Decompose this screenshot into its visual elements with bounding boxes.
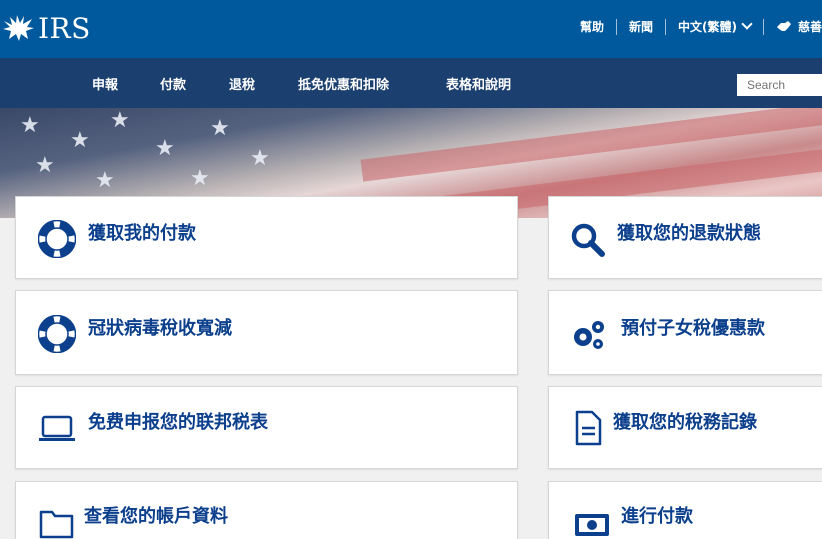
flag-star: ★ <box>20 113 40 138</box>
card-label: 獲取您的退款狀態 <box>617 223 761 244</box>
money-icon <box>575 514 609 536</box>
nav-item-pay[interactable]: 付款 <box>160 74 186 93</box>
search-icon <box>571 223 605 257</box>
flag-star: ★ <box>190 166 210 191</box>
eagle-icon <box>3 15 34 41</box>
card-free-file[interactable]: 免费申报您的联邦税表 <box>15 386 518 469</box>
lifebuoy-icon <box>38 220 76 258</box>
flag-star: ★ <box>35 153 55 178</box>
news-link[interactable]: 新聞 <box>617 18 665 35</box>
document-icon <box>575 410 602 446</box>
language-selector[interactable]: 中文(繁體) <box>666 18 763 35</box>
nav-item-forms-instructions[interactable]: 表格和說明 <box>446 74 511 93</box>
laptop-icon <box>39 415 75 441</box>
flag-star: ★ <box>210 116 230 141</box>
card-label: 進行付款 <box>621 506 693 527</box>
card-label: 冠狀病毒稅收寬減 <box>88 318 232 339</box>
flag-star: ★ <box>250 146 270 171</box>
nav-item-credits-deductions[interactable]: 抵免优惠和扣除 <box>298 74 389 93</box>
charity-link[interactable]: 慈善 <box>764 18 822 35</box>
folder-icon <box>39 510 74 539</box>
language-label: 中文(繁體) <box>678 20 737 34</box>
gears-icon <box>574 321 604 349</box>
card-label: 預付子女稅優惠款 <box>621 318 765 339</box>
card-label: 查看您的帳戶資料 <box>84 506 228 527</box>
search-input[interactable] <box>737 74 822 96</box>
card-refund-status[interactable]: 獲取您的退款狀態 <box>548 196 822 279</box>
card-make-payment[interactable]: 進行付款 <box>548 481 822 539</box>
flag-star: ★ <box>155 136 175 161</box>
nav-item-file[interactable]: 申報 <box>92 74 118 93</box>
main-nav: 申報 付款 退稅 抵免优惠和扣除 表格和說明 <box>0 58 822 108</box>
logo-text: IRS <box>38 11 91 45</box>
charity-label: 慈善 <box>797 20 822 34</box>
card-label: 免费申报您的联邦税表 <box>88 412 268 433</box>
lifebuoy-icon <box>38 315 76 353</box>
card-label: 獲取我的付款 <box>88 223 196 244</box>
chevron-down-icon <box>741 18 753 30</box>
site-header: IRS 幫助 新聞 中文(繁體) 慈善 <box>0 0 822 58</box>
card-tax-records[interactable]: 獲取您的稅務記錄 <box>548 386 822 469</box>
card-label: 獲取您的稅務記錄 <box>613 412 757 433</box>
handshake-icon <box>776 21 791 31</box>
card-coronavirus-tax-relief[interactable]: 冠狀病毒稅收寬減 <box>15 290 518 375</box>
flag-star: ★ <box>95 168 115 193</box>
card-advance-child-tax-credit[interactable]: 預付子女稅優惠款 <box>548 290 822 375</box>
card-view-account[interactable]: 查看您的帳戶資料 <box>15 481 518 539</box>
nav-item-refunds[interactable]: 退稅 <box>229 74 255 93</box>
flag-star: ★ <box>110 108 130 133</box>
utility-nav: 幫助 新聞 中文(繁體) 慈善 <box>568 18 822 35</box>
irs-logo[interactable]: IRS <box>0 8 91 48</box>
help-link[interactable]: 幫助 <box>568 18 616 35</box>
card-get-my-payment[interactable]: 獲取我的付款 <box>15 196 518 279</box>
flag-star: ★ <box>70 128 90 153</box>
